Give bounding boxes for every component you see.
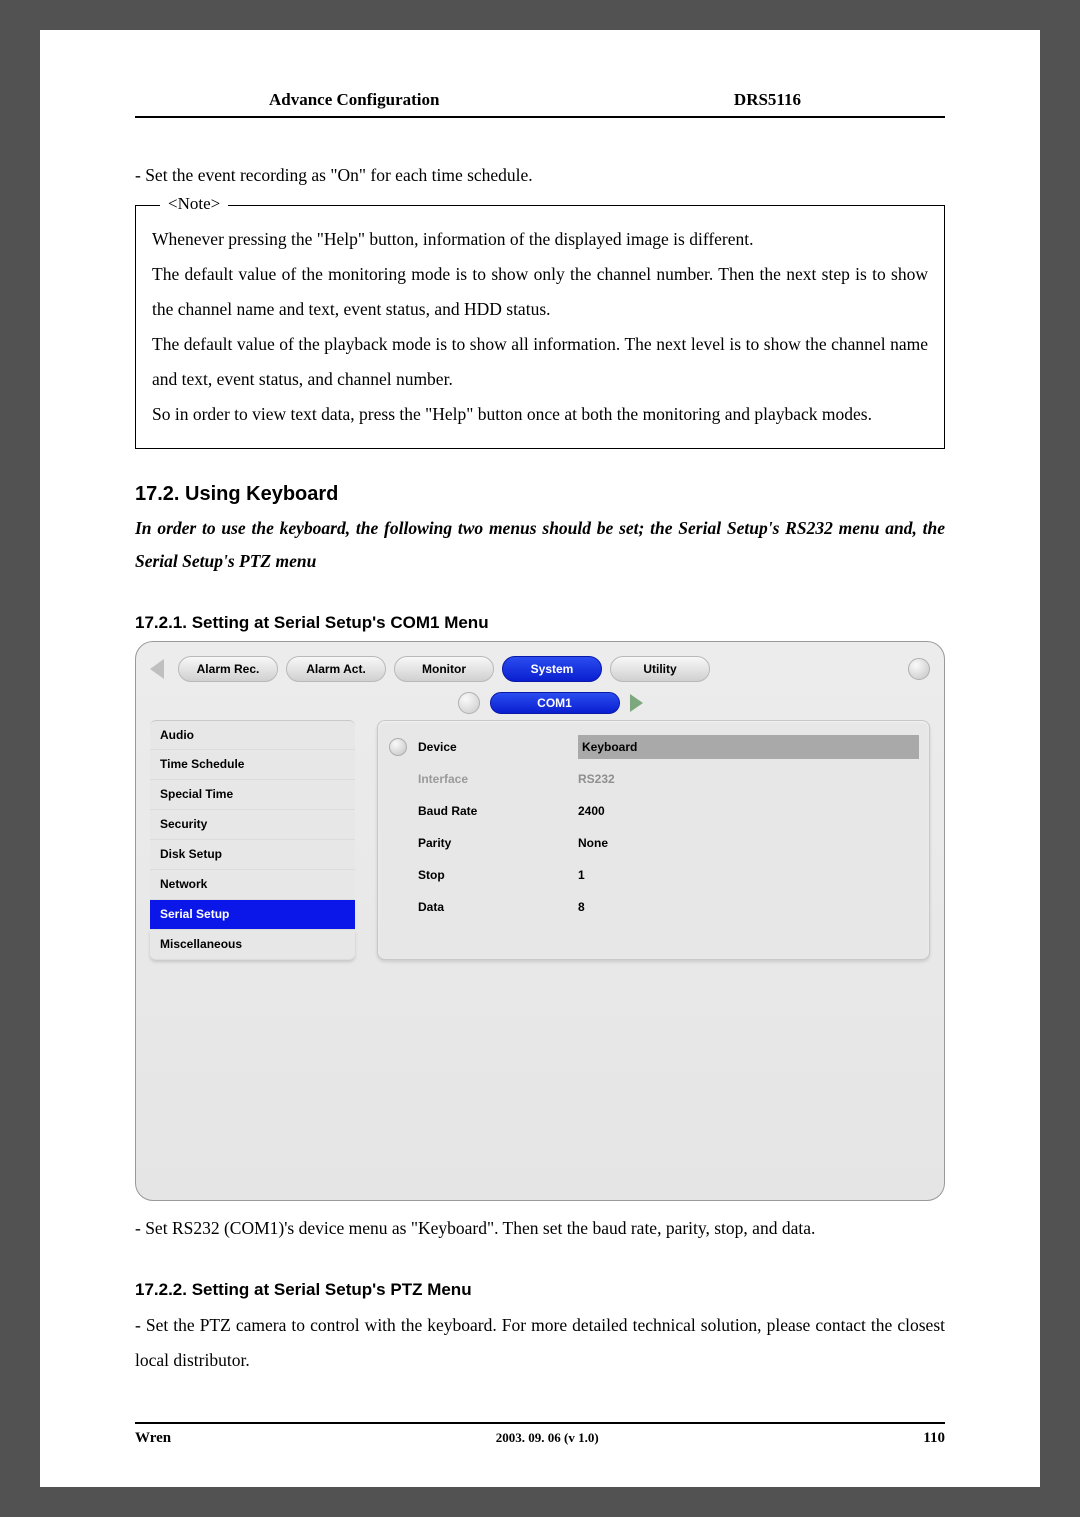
page-footer: Wren 2003. 09. 06 (v 1.0) 110 xyxy=(135,1430,945,1447)
row-key: Interface xyxy=(418,772,578,786)
tab-label: System xyxy=(531,662,574,676)
serial-setup-ui: Alarm Rec. Alarm Act. Monitor System Uti… xyxy=(135,641,945,1201)
sub-tab-row: COM1 xyxy=(350,692,750,714)
row-value[interactable]: 8 xyxy=(578,900,929,914)
tab-system[interactable]: System xyxy=(502,656,602,682)
sidebar-item-label: Network xyxy=(160,877,207,891)
row-stop: Stop 1 xyxy=(378,859,929,891)
sidebar-item-label: Special Time xyxy=(160,787,233,801)
section-17-2-2-title: 17.2.2. Setting at Serial Setup's PTZ Me… xyxy=(135,1280,945,1300)
page-header: Advance Configuration DRS5116 xyxy=(135,90,945,110)
section-17-2-1-after: - Set RS232 (COM1)'s device menu as "Key… xyxy=(135,1211,945,1246)
document-page: Advance Configuration DRS5116 - Set the … xyxy=(40,30,1040,1487)
row-key: Parity xyxy=(418,836,578,850)
sub-tab-com1[interactable]: COM1 xyxy=(490,692,620,714)
top-tab-bar: Alarm Rec. Alarm Act. Monitor System Uti… xyxy=(150,656,930,682)
row-value[interactable]: None xyxy=(578,836,929,850)
header-right: DRS5116 xyxy=(734,90,801,110)
row-key: Data xyxy=(418,900,578,914)
sub-nav-right-icon[interactable] xyxy=(630,694,643,712)
sidebar-item-label: Time Schedule xyxy=(160,757,244,771)
row-value: RS232 xyxy=(578,772,929,786)
header-left: Advance Configuration xyxy=(269,90,439,110)
note-box: <Note> Whenever pressing the "Help" butt… xyxy=(135,205,945,449)
section-17-2-2-after: - Set the PTZ camera to control with the… xyxy=(135,1308,945,1378)
row-parity: Parity None xyxy=(378,827,929,859)
tab-alarm-rec[interactable]: Alarm Rec. xyxy=(178,656,278,682)
sidebar-item-label: Audio xyxy=(160,728,194,742)
sidebar-item-label: Security xyxy=(160,817,207,831)
sub-nav-left[interactable] xyxy=(458,692,480,714)
row-value-selected[interactable]: Keyboard xyxy=(578,735,919,759)
tab-label: Alarm Act. xyxy=(306,662,366,676)
ui-columns: Audio Time Schedule Special Time Securit… xyxy=(150,720,930,960)
header-rule xyxy=(135,116,945,118)
footer-right: 110 xyxy=(923,1430,945,1447)
row-button-icon[interactable] xyxy=(389,738,407,756)
section-17-2-intro: In order to use the keyboard, the follow… xyxy=(135,512,945,579)
sidebar-item-security[interactable]: Security xyxy=(150,810,355,840)
sidebar-item-label: Disk Setup xyxy=(160,847,222,861)
sidebar-item-network[interactable]: Network xyxy=(150,870,355,900)
note-label: <Note> xyxy=(160,194,228,214)
sidebar-item-label: Miscellaneous xyxy=(160,937,242,951)
section-17-2-1-title: 17.2.1. Setting at Serial Setup's COM1 M… xyxy=(135,613,945,633)
row-data: Data 8 xyxy=(378,891,929,923)
sub-tab-label: COM1 xyxy=(537,696,572,710)
tab-utility[interactable]: Utility xyxy=(610,656,710,682)
row-interface: Interface RS232 xyxy=(378,763,929,795)
row-key: Baud Rate xyxy=(418,804,578,818)
sidebar-item-label: Serial Setup xyxy=(160,907,229,921)
sidebar-item-miscellaneous[interactable]: Miscellaneous xyxy=(150,930,355,960)
note-p4: So in order to view text data, press the… xyxy=(152,397,928,432)
side-menu: Audio Time Schedule Special Time Securit… xyxy=(150,720,355,960)
row-key: Device xyxy=(418,740,578,754)
note-p2: The default value of the monitoring mode… xyxy=(152,257,928,327)
footer-rule xyxy=(135,1422,945,1424)
row-device: Device Keyboard xyxy=(378,731,929,763)
nav-left-icon[interactable] xyxy=(150,659,164,679)
row-value[interactable]: 1 xyxy=(578,868,929,882)
bullet-event-recording: - Set the event recording as "On" for ea… xyxy=(135,158,945,193)
sidebar-item-disk-setup[interactable]: Disk Setup xyxy=(150,840,355,870)
tab-label: Utility xyxy=(643,662,676,676)
tab-alarm-act[interactable]: Alarm Act. xyxy=(286,656,386,682)
tab-label: Monitor xyxy=(422,662,466,676)
sidebar-item-audio[interactable]: Audio xyxy=(150,720,355,750)
corner-button[interactable] xyxy=(908,658,930,680)
footer-left: Wren xyxy=(135,1430,171,1447)
note-p3: The default value of the playback mode i… xyxy=(152,327,928,397)
settings-panel: Device Keyboard Interface RS232 Baud Rat… xyxy=(377,720,930,960)
note-p1: Whenever pressing the "Help" button, inf… xyxy=(152,222,928,257)
sidebar-item-time-schedule[interactable]: Time Schedule xyxy=(150,750,355,780)
row-key: Stop xyxy=(418,868,578,882)
row-baud-rate: Baud Rate 2400 xyxy=(378,795,929,827)
tab-monitor[interactable]: Monitor xyxy=(394,656,494,682)
footer-center: 2003. 09. 06 (v 1.0) xyxy=(496,1430,599,1447)
sidebar-item-special-time[interactable]: Special Time xyxy=(150,780,355,810)
row-value-label: Keyboard xyxy=(582,740,637,754)
sidebar-item-serial-setup[interactable]: Serial Setup xyxy=(150,900,355,930)
row-value[interactable]: 2400 xyxy=(578,804,929,818)
tab-label: Alarm Rec. xyxy=(197,662,260,676)
section-17-2-title: 17.2. Using Keyboard xyxy=(135,483,945,506)
